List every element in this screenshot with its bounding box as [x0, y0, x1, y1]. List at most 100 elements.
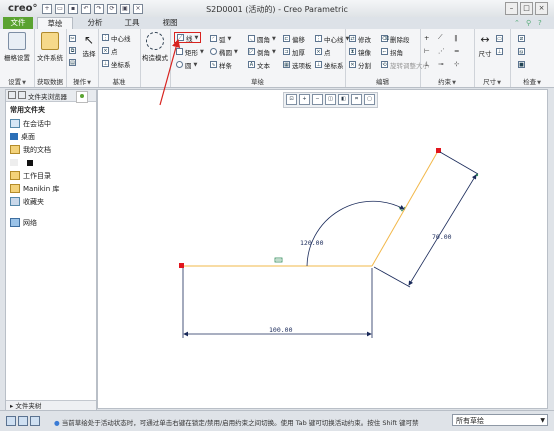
help-icon[interactable]: ?: [538, 19, 546, 27]
common-folders-heading: 常用文件夹: [10, 106, 45, 114]
thicken-button[interactable]: ⊐ 加厚: [283, 47, 305, 57]
coord-sys-button[interactable]: ⊥ 坐标系: [315, 60, 344, 70]
spline-button[interactable]: ∿ 样条: [210, 60, 232, 70]
minimize-icon[interactable]: –: [505, 2, 518, 15]
window-controls: – □ ×: [505, 2, 548, 15]
centerline-icon: ⋮: [102, 34, 109, 41]
construction-mode-button[interactable]: 构造模式: [141, 32, 169, 62]
window-title: S2D0001 (活动的) - Creo Parametric: [206, 5, 348, 14]
search-icon[interactable]: ⚲: [526, 19, 534, 27]
datum-coord-button[interactable]: ⊥ 坐标系: [102, 59, 131, 69]
text-button[interactable]: A 文本: [248, 60, 270, 70]
corner-button[interactable]: ⌐ 拐角: [381, 47, 403, 57]
line-icon: ⟋: [177, 34, 184, 41]
select-label: 选择: [82, 50, 96, 58]
repaint-icon[interactable]: ◫: [325, 94, 336, 105]
group-label-inspect[interactable]: 检查▼: [510, 76, 554, 86]
equal-constraint-button[interactable]: =: [454, 46, 459, 55]
modify-button[interactable]: ⇄ 修改: [349, 34, 371, 44]
browser-toggle-icon[interactable]: [18, 416, 28, 426]
ellipse-icon: [210, 48, 217, 55]
tab-tools[interactable]: 工具: [117, 17, 147, 29]
collapse-ribbon-icon[interactable]: ⌃: [514, 19, 522, 27]
folder-item-network[interactable]: 网络: [6, 216, 96, 229]
select-button[interactable]: ↖ 选择: [81, 32, 97, 58]
tangent-constraint-button[interactable]: ⟋: [438, 33, 443, 42]
rectangle-button[interactable]: 矩形 ▼: [176, 47, 204, 57]
panel-tab-folders[interactable]: 文件夹浏览器: [8, 91, 67, 101]
tab-analysis[interactable]: 分析: [80, 17, 110, 29]
arc-button[interactable]: ◜ 弧 ▼: [210, 34, 231, 44]
thicken-icon: ⊐: [283, 48, 290, 55]
symmetric-constraint-button[interactable]: ⊹: [454, 59, 459, 68]
desktop-icon: [10, 133, 18, 140]
copy-button[interactable]: ⧉: [69, 46, 76, 55]
sketcher-display-icon[interactable]: ⌗: [351, 94, 362, 105]
status-message: ● 当前草绘处于活动状态时，可通过单击右键在锁定/禁用/启用约束之间切换。使用 …: [54, 419, 419, 427]
shade-closed-button[interactable]: ■: [518, 60, 525, 69]
offset-icon: ⊏: [283, 35, 290, 42]
coincident-constraint-button[interactable]: ⊸: [438, 59, 443, 68]
chamfer-button[interactable]: ◸ 倒角 ▼: [248, 47, 276, 57]
delete-segment-button[interactable]: ⌫ 删除段: [381, 34, 410, 44]
paste-button[interactable]: ▤: [69, 58, 76, 67]
zoom-in-icon[interactable]: +: [299, 94, 310, 105]
mirror-button[interactable]: ⧗ 镜像: [349, 47, 371, 57]
vertical-constraint-button[interactable]: +: [424, 33, 429, 42]
cut-button[interactable]: ✂: [69, 34, 76, 43]
folder-item-documents[interactable]: 我的文档: [6, 143, 96, 156]
offset-button[interactable]: ⊏ 偏移: [283, 34, 305, 44]
refit-icon[interactable]: ⊡: [286, 94, 297, 105]
tab-view[interactable]: 视图: [155, 17, 185, 29]
group-label-operations[interactable]: 操作▼: [66, 76, 98, 86]
maximize-icon[interactable]: □: [520, 2, 533, 15]
tab-file[interactable]: 文件: [3, 17, 33, 29]
favorites-tab-icon: [80, 94, 84, 98]
circle-button[interactable]: 圆 ▼: [176, 60, 197, 70]
group-label-dimension[interactable]: 尺寸▼: [474, 76, 510, 86]
horizontal-constraint-button[interactable]: ⊢: [424, 46, 430, 55]
display-style-icon[interactable]: ◧: [338, 94, 349, 105]
fillet-button[interactable]: ◟ 圆角 ▼: [248, 34, 276, 44]
datum-point-button[interactable]: × 点: [102, 46, 118, 56]
dimension-button[interactable]: ↔ 尺寸: [476, 32, 494, 58]
graphics-window[interactable]: [97, 89, 548, 409]
sketch-view-icon[interactable]: ▢: [364, 94, 375, 105]
perpendicular-constraint-button[interactable]: ⊥: [424, 59, 430, 68]
folder-item-session[interactable]: 在会话中: [6, 117, 96, 130]
favorites-tab[interactable]: [76, 91, 88, 103]
model-tree-toggle-icon[interactable]: [6, 416, 16, 426]
divide-button[interactable]: ✕ 分割: [349, 60, 371, 70]
point-button[interactable]: × 点: [315, 47, 331, 57]
folder-item-blank[interactable]: [6, 156, 96, 169]
line-button[interactable]: ⟋ 线 ▼: [174, 32, 202, 43]
symmetric-icon: ⊹: [454, 59, 460, 68]
palette-button[interactable]: ▦ 选项板: [283, 60, 312, 70]
selection-filter[interactable]: 所有草绘 ▼: [452, 414, 548, 426]
group-datum: ⋮ 中心线 × 点 ⊥ 坐标系 基准: [98, 29, 141, 87]
black-square-icon: [27, 159, 33, 166]
baseline-button[interactable]: ⊥: [496, 47, 503, 56]
folder-item-favorites[interactable]: 收藏夹: [6, 195, 96, 208]
arc-icon: ◜: [210, 35, 217, 42]
fullscreen-icon[interactable]: [30, 416, 40, 426]
folder-item-desktop[interactable]: 桌面: [6, 130, 96, 143]
group-label-constrain[interactable]: 约束▼: [420, 76, 474, 86]
midpoint-constraint-button[interactable]: ⋰: [438, 46, 445, 55]
datum-centerline-button[interactable]: ⋮ 中心线: [102, 33, 131, 43]
perimeter-button[interactable]: ▭: [496, 34, 503, 43]
ellipse-button[interactable]: 椭圆 ▼: [210, 47, 238, 57]
sketch-setup-button[interactable]: 栅格设置: [2, 32, 32, 62]
file-system-button[interactable]: 文件系统: [35, 32, 65, 62]
close-icon[interactable]: ×: [535, 2, 548, 15]
zoom-out-icon[interactable]: −: [312, 94, 323, 105]
favorites-icon: [10, 197, 20, 206]
folder-tree-toggle[interactable]: ▸ 文件夹树: [6, 400, 96, 410]
overlap-button[interactable]: ⧄: [518, 34, 525, 43]
perpendicular-icon: ⊥: [424, 59, 430, 68]
folder-item-manikin[interactable]: Manikin 库: [6, 182, 96, 195]
folder-item-workdir[interactable]: 工作目录: [6, 169, 96, 182]
parallel-constraint-button[interactable]: ∥: [454, 33, 457, 42]
highlight-open-ends-button[interactable]: ⧅: [518, 47, 525, 56]
group-label-setup[interactable]: 设置▼: [0, 76, 34, 86]
